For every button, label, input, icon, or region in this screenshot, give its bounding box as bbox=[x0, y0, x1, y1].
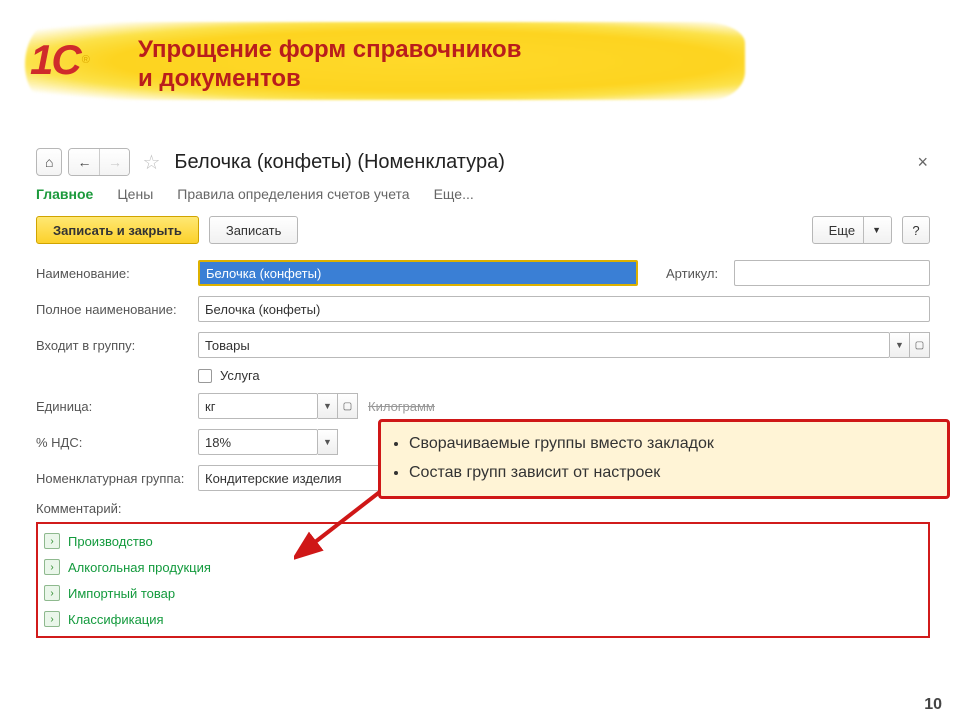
menu-prices[interactable]: Цены bbox=[117, 186, 153, 202]
row-comment: Комментарий: bbox=[36, 501, 930, 516]
slide-title: Упрощение форм справочников и документов bbox=[138, 36, 521, 94]
open-icon: ▢ bbox=[915, 340, 924, 351]
row-unit: Единица: кг ▼ ▢ Килограмм bbox=[36, 393, 930, 419]
input-article[interactable] bbox=[734, 260, 930, 286]
unit-open-button[interactable]: ▢ bbox=[338, 393, 358, 419]
label-comment: Комментарий: bbox=[36, 501, 198, 516]
collapsible-groups: › Производство › Алкогольная продукция ›… bbox=[36, 522, 930, 638]
close-button[interactable]: × bbox=[917, 152, 930, 173]
input-fullname[interactable]: Белочка (конфеты) bbox=[198, 296, 930, 322]
toolbar: Записать и закрыть Записать Еще ▼ ? bbox=[36, 216, 930, 244]
group-label: Импортный товар bbox=[68, 586, 175, 601]
arrow-right-icon: → bbox=[108, 154, 122, 170]
label-service: Услуга bbox=[220, 368, 260, 383]
label-group: Входит в группу: bbox=[36, 338, 198, 353]
chevron-down-icon: ▼ bbox=[323, 401, 332, 411]
chevron-down-icon: ▼ bbox=[895, 340, 904, 350]
home-button[interactable]: ⌂ bbox=[36, 148, 62, 176]
menu-main[interactable]: Главное bbox=[36, 186, 93, 202]
combo-group: Товары ▼ ▢ bbox=[198, 332, 930, 358]
titlebar: ⌂ ← → ☆ Белочка (конфеты) (Номенклатура)… bbox=[36, 148, 930, 176]
unit-dropdown-button[interactable]: ▼ bbox=[318, 393, 338, 419]
group-row[interactable]: › Алкогольная продукция bbox=[44, 554, 922, 580]
group-row[interactable]: › Производство bbox=[44, 528, 922, 554]
back-button[interactable]: ← bbox=[69, 149, 99, 175]
label-fullname: Полное наименование: bbox=[36, 302, 198, 317]
label-nomgroup: Номенклатурная группа: bbox=[36, 471, 198, 486]
input-group[interactable]: Товары bbox=[198, 332, 890, 358]
expander-icon[interactable]: › bbox=[44, 533, 60, 549]
logo-text: 1C bbox=[30, 36, 80, 84]
open-icon: ▢ bbox=[343, 401, 352, 412]
forward-button[interactable]: → bbox=[99, 149, 129, 175]
row-name: Наименование: Белочка (конфеты) Артикул: bbox=[36, 260, 930, 286]
menu-rules[interactable]: Правила определения счетов учета bbox=[177, 186, 409, 202]
row-group: Входит в группу: Товары ▼ ▢ bbox=[36, 332, 930, 358]
callout-bullet-1: Сворачиваемые группы вместо закладок bbox=[409, 430, 935, 459]
unit-hint: Килограмм bbox=[368, 399, 435, 414]
menu-more[interactable]: Еще... bbox=[434, 186, 474, 202]
input-vat[interactable]: 18% bbox=[198, 429, 318, 455]
label-vat: % НДС: bbox=[36, 435, 198, 450]
chevron-down-icon: ▼ bbox=[863, 216, 881, 244]
logo-registered: ® bbox=[82, 54, 90, 66]
group-label: Производство bbox=[68, 534, 153, 549]
group-open-button[interactable]: ▢ bbox=[910, 332, 930, 358]
chevron-down-icon: ▼ bbox=[323, 437, 332, 447]
callout-box: Сворачиваемые группы вместо закладок Сос… bbox=[378, 419, 950, 499]
favorite-star-icon[interactable]: ☆ bbox=[142, 150, 160, 175]
label-unit: Единица: bbox=[36, 399, 198, 414]
save-button[interactable]: Записать bbox=[209, 216, 299, 244]
label-article: Артикул: bbox=[666, 266, 734, 281]
group-dropdown-button[interactable]: ▼ bbox=[890, 332, 910, 358]
slide-title-line2: и документов bbox=[138, 65, 301, 92]
arrow-left-icon: ← bbox=[77, 154, 91, 170]
expander-icon[interactable]: › bbox=[44, 611, 60, 627]
app-window: ⌂ ← → ☆ Белочка (конфеты) (Номенклатура)… bbox=[36, 148, 930, 638]
expander-icon[interactable]: › bbox=[44, 559, 60, 575]
slide-header: 1C ® Упрощение форм справочников и докум… bbox=[0, 0, 960, 110]
more-label: Еще bbox=[829, 223, 855, 238]
group-row[interactable]: › Классификация bbox=[44, 606, 922, 632]
group-row[interactable]: › Импортный товар bbox=[44, 580, 922, 606]
checkbox-service[interactable] bbox=[198, 369, 212, 383]
expander-icon[interactable]: › bbox=[44, 585, 60, 601]
slide-title-line1: Упрощение форм справочников bbox=[138, 36, 521, 63]
home-icon: ⌂ bbox=[45, 154, 53, 170]
menubar: Главное Цены Правила определения счетов … bbox=[36, 186, 930, 202]
more-button[interactable]: Еще ▼ bbox=[812, 216, 892, 244]
group-label: Классификация bbox=[68, 612, 164, 627]
input-name[interactable]: Белочка (конфеты) bbox=[198, 260, 638, 286]
page-number: 10 bbox=[924, 696, 942, 714]
vat-dropdown-button[interactable]: ▼ bbox=[318, 429, 338, 455]
input-unit[interactable]: кг bbox=[198, 393, 318, 419]
nav-back-forward: ← → bbox=[68, 148, 130, 176]
row-fullname: Полное наименование: Белочка (конфеты) bbox=[36, 296, 930, 322]
save-close-button[interactable]: Записать и закрыть bbox=[36, 216, 199, 244]
row-service: Услуга bbox=[36, 368, 930, 383]
document-title: Белочка (конфеты) (Номенклатура) bbox=[174, 151, 504, 174]
help-button[interactable]: ? bbox=[902, 216, 930, 244]
callout-bullet-2: Состав групп зависит от настроек bbox=[409, 459, 935, 488]
group-label: Алкогольная продукция bbox=[68, 560, 211, 575]
logo-1c: 1C ® bbox=[30, 36, 90, 84]
label-name: Наименование: bbox=[36, 266, 198, 281]
